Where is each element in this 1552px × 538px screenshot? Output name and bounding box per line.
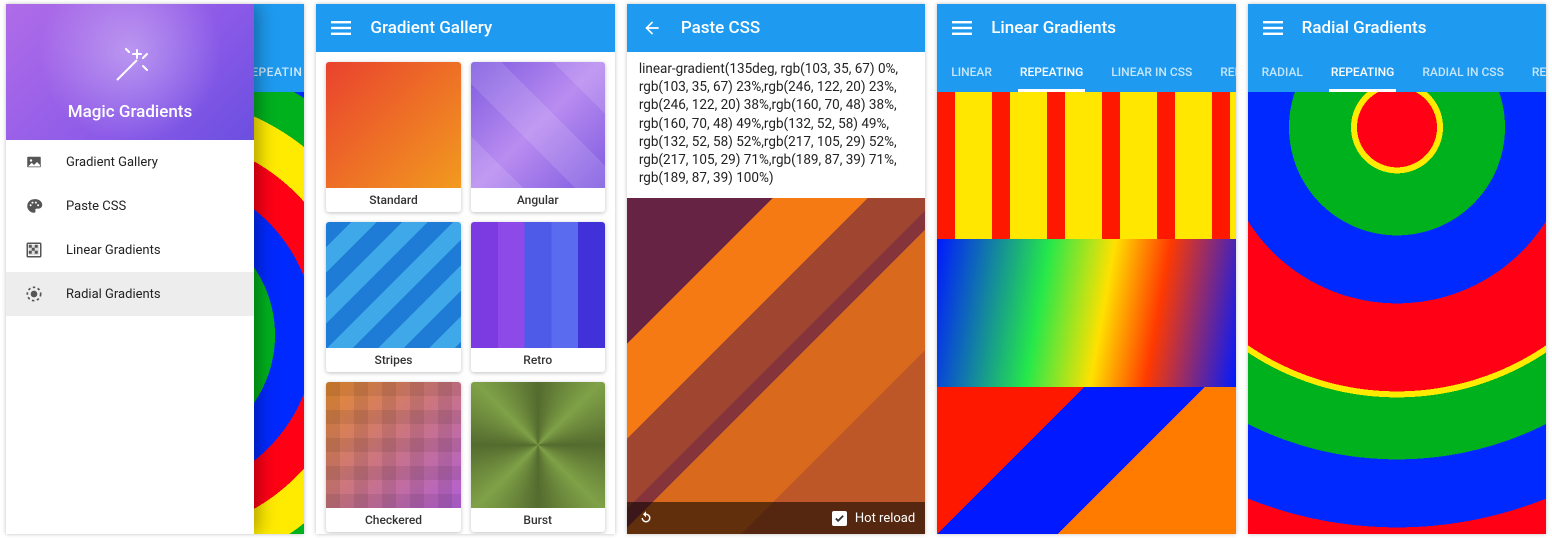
drawer-item-label: Linear Gradients [66, 243, 161, 258]
drawer-item-label: Radial Gradients [66, 287, 161, 302]
drawer-title: Magic Gradients [68, 102, 192, 122]
image-icon [24, 152, 44, 172]
tab-linear-css[interactable]: LINEAR IN CSS [1097, 52, 1206, 92]
back-icon[interactable] [641, 17, 663, 39]
linear-sample [937, 387, 1235, 534]
screen-paste-css: Paste CSS linear-gradient(135deg, rgb(10… [627, 4, 925, 534]
drawer-item-radial[interactable]: Radial Gradients [6, 272, 254, 316]
thumb [326, 382, 460, 508]
appbar: Linear Gradients [937, 4, 1235, 52]
gallery-card-stripes[interactable]: Stripes [326, 222, 460, 372]
appbar-title: Linear Gradients [991, 18, 1116, 38]
menu-icon[interactable] [1262, 17, 1284, 39]
gallery-card-retro[interactable]: Retro [471, 222, 605, 372]
hot-reload-checkbox[interactable] [832, 511, 847, 526]
appbar-title: Gradient Gallery [370, 18, 492, 38]
css-input[interactable]: linear-gradient(135deg, rgb(103, 35, 67)… [627, 52, 925, 198]
appbar: Paste CSS [627, 4, 925, 52]
preview-footer: Hot reload [627, 502, 925, 534]
tab-repeating[interactable]: REPEATING [1006, 52, 1097, 92]
tab-repeating[interactable]: REPEATING [1317, 52, 1408, 92]
linear-sample [937, 92, 1235, 239]
linear-tabs: LINEAR REPEATING LINEAR IN CSS REPEATI [937, 52, 1235, 92]
gallery-card-angular[interactable]: Angular [471, 62, 605, 212]
drawer-item-gallery[interactable]: Gradient Gallery [6, 140, 254, 184]
card-label: Angular [471, 188, 605, 212]
thumb [326, 62, 460, 188]
target-icon [24, 284, 44, 304]
card-label: Checkered [326, 508, 460, 532]
tab-repeating-css[interactable]: REPEATI [1206, 52, 1235, 92]
gallery-card-burst[interactable]: Burst [471, 382, 605, 532]
linear-sample [937, 239, 1235, 386]
thumb [471, 382, 605, 508]
refresh-icon[interactable] [637, 509, 655, 527]
card-label: Standard [326, 188, 460, 212]
hot-reload-label: Hot reload [855, 511, 915, 526]
drawer-header: Magic Gradients [6, 4, 254, 140]
thumb [326, 222, 460, 348]
gradient-preview: Hot reload [627, 198, 925, 534]
thumb [471, 62, 605, 188]
card-label: Retro [471, 348, 605, 372]
tab-radial[interactable]: RADIAL [1248, 52, 1317, 92]
screen-drawer: REPEATIN Magic Gradients Gradient Galler… [6, 4, 304, 534]
radial-preview [1248, 92, 1546, 534]
drawer-item-linear[interactable]: Linear Gradients [6, 228, 254, 272]
screen-linear: Linear Gradients LINEAR REPEATING LINEAR… [937, 4, 1235, 534]
card-label: Stripes [326, 348, 460, 372]
appbar-title: Paste CSS [681, 18, 760, 38]
appbar-title: Radial Gradients [1302, 18, 1427, 38]
appbar: Gradient Gallery [316, 4, 614, 52]
drawer-item-label: Gradient Gallery [66, 155, 158, 170]
screen-radial: Radial Gradients RADIAL REPEATING RADIAL… [1248, 4, 1546, 534]
grid-icon [24, 240, 44, 260]
nav-drawer: Magic Gradients Gradient Gallery Paste C… [6, 4, 254, 534]
gallery-card-checkered[interactable]: Checkered [326, 382, 460, 532]
thumb [471, 222, 605, 348]
radial-tabs: RADIAL REPEATING RADIAL IN CSS REPEATI [1248, 52, 1546, 92]
drawer-item-label: Paste CSS [66, 199, 126, 214]
card-label: Burst [471, 508, 605, 532]
tab-radial-css[interactable]: RADIAL IN CSS [1408, 52, 1518, 92]
tab-repeating-css[interactable]: REPEATI [1518, 52, 1546, 92]
gallery-card-standard[interactable]: Standard [326, 62, 460, 212]
menu-icon[interactable] [951, 17, 973, 39]
drawer-item-paste-css[interactable]: Paste CSS [6, 184, 254, 228]
appbar: Radial Gradients [1248, 4, 1546, 52]
wand-icon [107, 44, 153, 94]
screen-gallery: Gradient Gallery Standard Angular Stripe… [316, 4, 614, 534]
tab-linear[interactable]: LINEAR [937, 52, 1006, 92]
palette-icon [24, 196, 44, 216]
gallery-grid[interactable]: Standard Angular Stripes Retro Checkered… [316, 52, 614, 534]
menu-icon[interactable] [330, 17, 352, 39]
linear-preview [937, 92, 1235, 534]
